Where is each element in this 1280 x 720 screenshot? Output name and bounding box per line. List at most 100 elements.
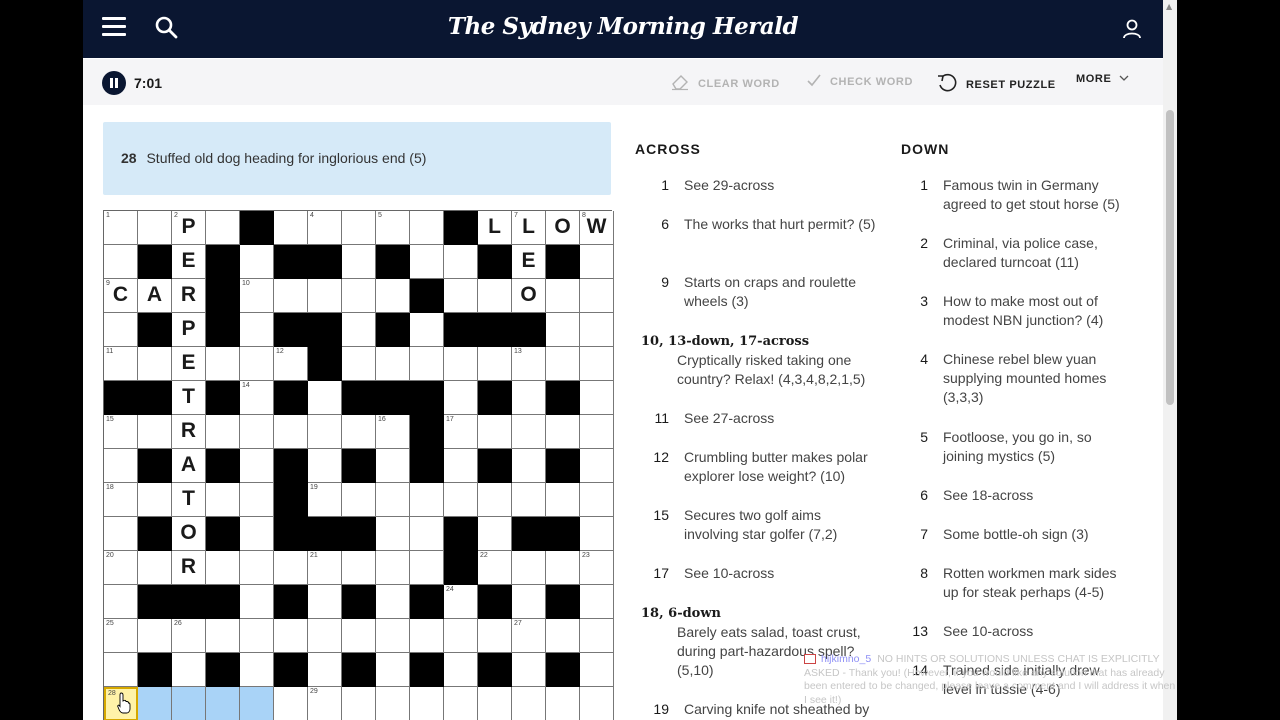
grid-cell[interactable] bbox=[580, 687, 614, 720]
grid-cell[interactable]: 10 bbox=[240, 279, 274, 313]
grid-cell[interactable] bbox=[512, 449, 546, 483]
grid-cell[interactable] bbox=[342, 347, 376, 381]
grid-cell[interactable] bbox=[546, 687, 580, 720]
grid-cell[interactable]: 22 bbox=[478, 551, 512, 585]
grid-cell[interactable]: R bbox=[172, 279, 206, 313]
page-scrollbar[interactable]: ▲ bbox=[1163, 0, 1177, 720]
grid-cell[interactable] bbox=[138, 211, 172, 245]
grid-cell[interactable] bbox=[410, 687, 444, 720]
user-account-icon[interactable] bbox=[1121, 17, 1143, 41]
grid-cell[interactable] bbox=[444, 245, 478, 279]
grid-cell[interactable] bbox=[274, 211, 308, 245]
grid-cell[interactable] bbox=[376, 687, 410, 720]
grid-cell[interactable]: 5 bbox=[376, 211, 410, 245]
grid-cell[interactable]: 26 bbox=[172, 619, 206, 653]
clear-word-button[interactable]: CLEAR WORD bbox=[670, 73, 780, 94]
grid-cell[interactable] bbox=[240, 483, 274, 517]
grid-cell[interactable]: 21 bbox=[308, 551, 342, 585]
grid-cell[interactable] bbox=[444, 381, 478, 415]
grid-cell[interactable]: 29 bbox=[308, 687, 342, 720]
grid-cell[interactable] bbox=[580, 449, 614, 483]
grid-cell[interactable] bbox=[274, 619, 308, 653]
reset-puzzle-button[interactable]: RESET PUZZLE bbox=[936, 73, 1056, 96]
grid-cell[interactable] bbox=[376, 449, 410, 483]
grid-cell[interactable] bbox=[580, 619, 614, 653]
grid-cell[interactable] bbox=[580, 245, 614, 279]
grid-cell[interactable] bbox=[512, 415, 546, 449]
grid-cell[interactable] bbox=[104, 313, 138, 347]
across-clue-6[interactable]: 6 The works that hurt permit? (5) bbox=[641, 215, 881, 255]
grid-cell[interactable] bbox=[478, 483, 512, 517]
grid-cell[interactable]: O bbox=[512, 279, 546, 313]
grid-cell[interactable] bbox=[546, 279, 580, 313]
grid-cell[interactable] bbox=[342, 313, 376, 347]
grid-cell[interactable] bbox=[376, 551, 410, 585]
grid-cell[interactable] bbox=[444, 279, 478, 313]
grid-cell[interactable] bbox=[546, 483, 580, 517]
grid-cell[interactable] bbox=[308, 449, 342, 483]
grid-cell[interactable] bbox=[342, 245, 376, 279]
grid-cell[interactable] bbox=[206, 211, 240, 245]
grid-cell[interactable]: 4 bbox=[308, 211, 342, 245]
grid-cell[interactable] bbox=[342, 415, 376, 449]
grid-cell[interactable] bbox=[138, 415, 172, 449]
grid-cell[interactable] bbox=[444, 653, 478, 687]
grid-cell[interactable] bbox=[240, 551, 274, 585]
grid-cell[interactable] bbox=[478, 687, 512, 720]
grid-cell[interactable] bbox=[240, 347, 274, 381]
grid-cell[interactable] bbox=[308, 585, 342, 619]
grid-cell[interactable] bbox=[580, 585, 614, 619]
grid-cell[interactable] bbox=[104, 517, 138, 551]
grid-cell[interactable]: E bbox=[172, 347, 206, 381]
grid-cell[interactable] bbox=[308, 653, 342, 687]
grid-cell[interactable] bbox=[274, 551, 308, 585]
grid-cell[interactable] bbox=[342, 483, 376, 517]
across-clue-15[interactable]: 15 Secures two golf aims involving star … bbox=[641, 506, 881, 546]
check-word-button[interactable]: CHECK WORD bbox=[806, 73, 913, 90]
pause-button[interactable] bbox=[102, 71, 126, 95]
grid-cell[interactable] bbox=[274, 279, 308, 313]
down-clue-3[interactable]: 3 How to make most out of modest NBN jun… bbox=[900, 292, 1140, 332]
grid-cell[interactable] bbox=[342, 551, 376, 585]
grid-cell[interactable]: 8W bbox=[580, 211, 614, 245]
grid-cell[interactable]: 17 bbox=[444, 415, 478, 449]
grid-cell[interactable]: 16 bbox=[376, 415, 410, 449]
grid-cell[interactable] bbox=[206, 551, 240, 585]
grid-cell[interactable] bbox=[410, 211, 444, 245]
grid-cell[interactable]: 20 bbox=[104, 551, 138, 585]
grid-cell[interactable] bbox=[580, 415, 614, 449]
grid-cell[interactable] bbox=[546, 619, 580, 653]
grid-cell[interactable]: E bbox=[172, 245, 206, 279]
grid-cell[interactable] bbox=[138, 483, 172, 517]
site-logo[interactable]: The Sydney Morning Herald bbox=[83, 13, 1163, 40]
grid-cell[interactable] bbox=[512, 585, 546, 619]
scroll-up-arrow-icon[interactable]: ▲ bbox=[1166, 2, 1172, 11]
grid-cell[interactable] bbox=[240, 415, 274, 449]
grid-cell[interactable]: 19 bbox=[308, 483, 342, 517]
grid-cell[interactable] bbox=[580, 483, 614, 517]
grid-cell[interactable]: 25 bbox=[104, 619, 138, 653]
grid-cell[interactable] bbox=[444, 619, 478, 653]
grid-cell[interactable] bbox=[240, 687, 274, 720]
grid-cell[interactable] bbox=[206, 347, 240, 381]
grid-cell[interactable] bbox=[512, 687, 546, 720]
grid-cell[interactable]: 18 bbox=[104, 483, 138, 517]
grid-cell[interactable] bbox=[376, 517, 410, 551]
grid-cell[interactable] bbox=[444, 483, 478, 517]
grid-cell[interactable] bbox=[376, 619, 410, 653]
grid-cell[interactable] bbox=[546, 415, 580, 449]
grid-cell[interactable]: R bbox=[172, 415, 206, 449]
grid-cell[interactable] bbox=[240, 313, 274, 347]
grid-cell[interactable] bbox=[308, 619, 342, 653]
grid-cell[interactable]: T bbox=[172, 381, 206, 415]
grid-cell[interactable] bbox=[444, 687, 478, 720]
grid-cell[interactable]: L bbox=[478, 211, 512, 245]
down-clue-5[interactable]: 5 Footloose, you go in, so joining mysti… bbox=[900, 428, 1140, 468]
grid-cell[interactable]: 12 bbox=[274, 347, 308, 381]
grid-cell[interactable] bbox=[240, 585, 274, 619]
grid-cell[interactable] bbox=[580, 517, 614, 551]
grid-cell[interactable] bbox=[138, 687, 172, 720]
grid-cell[interactable] bbox=[138, 619, 172, 653]
grid-cell[interactable]: 1 bbox=[104, 211, 138, 245]
more-menu-button[interactable]: MORE bbox=[1076, 73, 1129, 85]
